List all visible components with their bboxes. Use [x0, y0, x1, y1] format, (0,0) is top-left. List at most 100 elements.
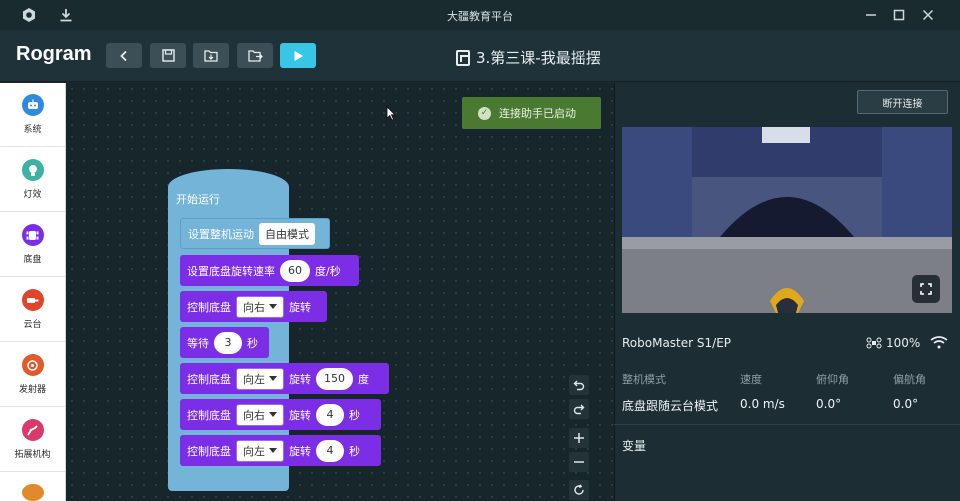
dropdown-arrow-icon — [269, 376, 277, 381]
direction-value: 向右 — [243, 300, 265, 314]
gimbal-icon — [21, 289, 44, 311]
chassis-rotate-block-4[interactable]: 控制底盘 向左 旋转 4 秒 — [180, 435, 381, 466]
robot-mode-field[interactable]: 自由模式 — [259, 222, 315, 245]
dropdown-arrow-icon — [269, 448, 277, 453]
block-unit: 度 — [358, 372, 369, 386]
folder-export-icon — [247, 50, 263, 62]
refresh-icon — [574, 484, 584, 495]
chassis-rotate-block-2[interactable]: 控制底盘 向左 旋转 150 度 — [180, 363, 389, 394]
block-unit: 度/秒 — [315, 264, 341, 278]
category-label: 拓展机构 — [14, 450, 51, 460]
direction-value: 向右 — [243, 408, 265, 422]
mouse-cursor-icon — [386, 106, 396, 121]
speed-label: 速度 — [740, 373, 762, 386]
block-label: 控制底盘 — [187, 372, 231, 386]
connection-toast: ✓ 连接助手已启动 — [462, 97, 601, 129]
direction-dropdown[interactable]: 向左 — [236, 367, 284, 390]
category-label: 云台 — [23, 320, 42, 330]
disconnect-button[interactable]: 断开连接 — [857, 90, 948, 114]
fullscreen-icon — [920, 283, 932, 295]
set-chassis-rotation-speed-block[interactable]: 设置底盘旋转速率 60 度/秒 — [180, 255, 359, 286]
redo-button[interactable] — [569, 399, 589, 419]
fullscreen-button[interactable] — [912, 275, 940, 303]
direction-dropdown[interactable]: 向右 — [236, 403, 284, 426]
block-label: 设置底盘旋转速率 — [187, 264, 275, 278]
battery-status: 100% — [866, 336, 920, 350]
zoom-in-button[interactable] — [569, 428, 589, 448]
dropdown-arrow-icon — [269, 412, 277, 417]
mode-value: 底盘跟随云台模式 — [622, 399, 719, 413]
wait-seconds-input[interactable]: 3 — [214, 331, 242, 354]
direction-dropdown[interactable]: 向左 — [236, 439, 284, 462]
back-button[interactable] — [106, 43, 142, 68]
blaster-icon — [21, 354, 44, 376]
category-label: 发射器 — [18, 385, 46, 395]
robot-icon — [21, 94, 44, 116]
category-chassis[interactable]: 底盘 — [0, 213, 65, 277]
direction-dropdown[interactable]: 向右 — [236, 295, 284, 318]
wifi-icon — [930, 336, 948, 349]
yaw-value: 0.0° — [893, 397, 919, 411]
rotation-degrees-input[interactable]: 150 — [316, 367, 353, 390]
category-gimbal[interactable]: 云台 — [0, 278, 65, 342]
block-label: 控制底盘 — [187, 444, 231, 458]
toast-text: 连接助手已启动 — [499, 107, 576, 120]
chassis-rotate-block-3[interactable]: 控制底盘 向右 旋转 4 秒 — [180, 399, 381, 430]
more-category-icon — [21, 484, 44, 501]
rotation-speed-input[interactable]: 60 — [280, 259, 310, 282]
battery-percent: 100% — [886, 336, 921, 350]
maximize-icon[interactable] — [890, 6, 908, 24]
minimize-icon[interactable] — [862, 6, 880, 24]
category-extension[interactable]: 拓展机构 — [0, 408, 65, 472]
save-button[interactable] — [150, 43, 186, 68]
block-action: 旋转 — [289, 300, 311, 314]
block-category-sidebar: 系统 灯效 底盘 云台 发射器 拓展机构 — [0, 83, 66, 501]
block-label: 控制底盘 — [187, 300, 231, 314]
zoom-out-button[interactable] — [569, 452, 589, 472]
category-label: 系统 — [23, 125, 42, 135]
yaw-label: 偏航角 — [893, 373, 926, 386]
mode-label: 整机模式 — [622, 373, 666, 386]
reset-view-button[interactable] — [569, 480, 589, 500]
toolbar: Rogram 3.第三课-我最摇摆 — [0, 30, 960, 82]
close-icon[interactable] — [919, 6, 937, 24]
category-label: 底盘 — [23, 255, 42, 265]
undo-button[interactable] — [569, 375, 589, 395]
title-bar: 大疆教育平台 — [0, 0, 960, 30]
category-led[interactable]: 灯效 — [0, 148, 65, 212]
direction-value: 向左 — [243, 444, 265, 458]
block-action: 旋转 — [289, 444, 311, 458]
set-robot-mode-block[interactable]: 设置整机运动 自由模式 — [180, 218, 330, 249]
wait-block[interactable]: 等待 3 秒 — [180, 327, 269, 358]
block-unit: 秒 — [349, 408, 360, 422]
category-system[interactable]: 系统 — [0, 83, 65, 147]
save-icon — [161, 49, 175, 62]
variables-title: 变量 — [622, 439, 647, 453]
robot-name: RoboMaster S1/EP — [622, 336, 732, 350]
block-unit: 秒 — [349, 444, 360, 458]
block-action: 旋转 — [289, 372, 311, 386]
category-blaster[interactable]: 发射器 — [0, 343, 65, 407]
pitch-label: 俯仰角 — [816, 373, 849, 386]
document-icon — [456, 49, 470, 66]
speed-value: 0.0 m/s — [740, 397, 785, 411]
block-label: 设置整机运动 — [188, 227, 254, 241]
play-icon — [294, 50, 303, 61]
run-button[interactable] — [280, 43, 316, 68]
app-brand: Rogram — [16, 43, 92, 65]
rotation-seconds-input[interactable]: 4 — [316, 403, 344, 426]
export-button[interactable] — [237, 43, 273, 68]
chevron-left-icon — [120, 50, 127, 61]
lightbulb-icon — [21, 159, 44, 181]
rotation-seconds-input[interactable]: 4 — [316, 439, 344, 462]
robotic-arm-icon — [21, 419, 44, 441]
block-label: 等待 — [187, 336, 209, 350]
import-button[interactable] — [193, 43, 229, 68]
window-title: 大疆教育平台 — [447, 10, 513, 23]
document-title-text: 3.第三课-我最摇摆 — [476, 49, 601, 67]
chassis-rotate-block-1[interactable]: 控制底盘 向右 旋转 — [180, 291, 327, 322]
category-more[interactable] — [0, 473, 65, 501]
start-block-label: 开始运行 — [176, 193, 220, 206]
block-action: 旋转 — [289, 408, 311, 422]
camera-feed — [622, 127, 952, 313]
